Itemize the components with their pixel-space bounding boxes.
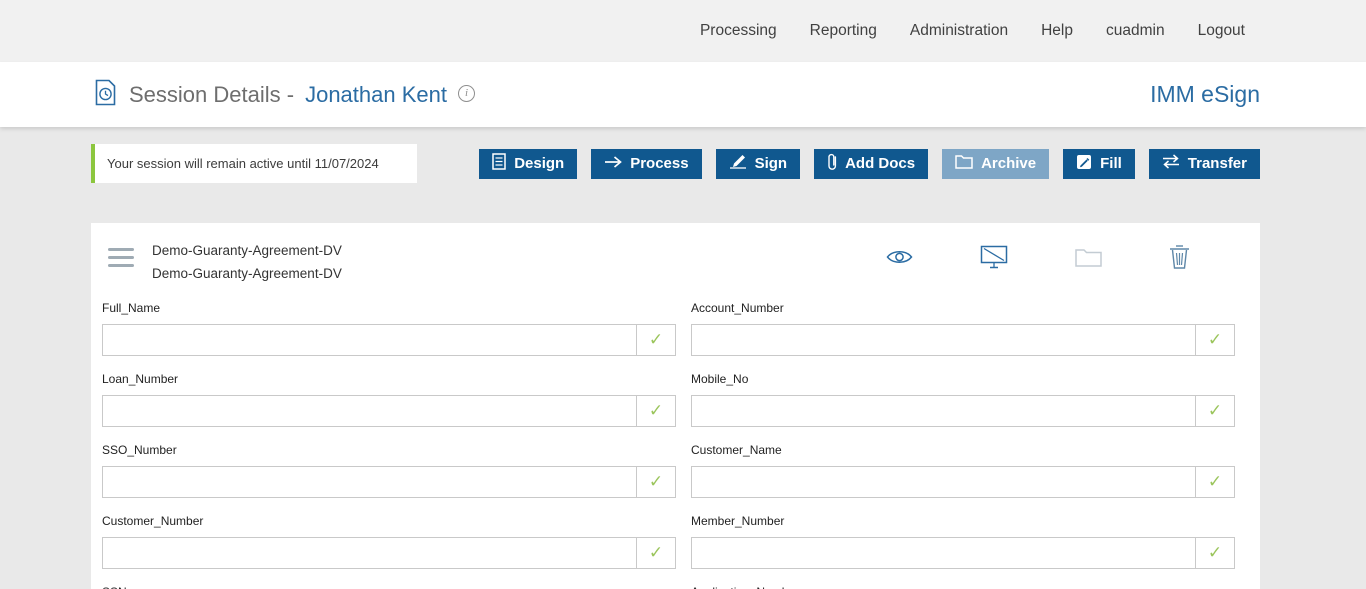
document-card: Demo-Guaranty-Agreement-DV Demo-Guaranty…: [91, 223, 1260, 589]
paperclip-icon: [827, 153, 837, 175]
preview-eye-icon[interactable]: [886, 248, 913, 266]
field-column-right: Account_Number ✓ Mobile_No ✓ Customer_Na…: [691, 293, 1235, 589]
page-title: Session Details -: [129, 82, 294, 108]
field-full-name: Full_Name ✓: [102, 301, 676, 356]
nav-logout[interactable]: Logout: [1198, 22, 1245, 40]
field-input-customer-number[interactable]: [102, 537, 637, 569]
field-input-member-number[interactable]: [691, 537, 1196, 569]
design-button-label: Design: [514, 155, 564, 172]
field-column-left: Full_Name ✓ Loan_Number ✓ SSO_Number: [102, 293, 676, 589]
fill-form-icon: [1076, 154, 1092, 174]
field-input-account-number[interactable]: [691, 324, 1196, 356]
field-valid-check-icon: ✓: [1195, 466, 1235, 498]
field-sso-number: SSO_Number ✓: [102, 443, 676, 498]
document-name-secondary: Demo-Guaranty-Agreement-DV: [152, 262, 342, 285]
add-docs-button-label: Add Docs: [845, 155, 915, 172]
design-document-icon: [492, 153, 506, 174]
process-button[interactable]: Process: [591, 149, 701, 179]
fill-button-label: Fill: [1100, 155, 1122, 172]
field-valid-check-icon: ✓: [636, 466, 676, 498]
field-label: Member_Number: [691, 514, 1235, 528]
archive-button-label: Archive: [981, 155, 1036, 172]
nav-help[interactable]: Help: [1041, 22, 1073, 40]
document-name: Demo-Guaranty-Agreement-DV: [152, 239, 342, 262]
action-toolbar: Design Process Sign Add Docs: [479, 149, 1260, 179]
field-valid-check-icon: ✓: [636, 537, 676, 569]
field-input-loan-number[interactable]: [102, 395, 637, 427]
nav-processing[interactable]: Processing: [700, 22, 777, 40]
fill-button[interactable]: Fill: [1063, 149, 1135, 179]
page-header: Session Details - Jonathan Kent i IMM eS…: [0, 62, 1366, 127]
field-customer-number: Customer_Number ✓: [102, 514, 676, 569]
field-input-sso-number[interactable]: [102, 466, 637, 498]
field-loan-number: Loan_Number ✓: [102, 372, 676, 427]
drag-handle-icon[interactable]: [108, 248, 134, 267]
field-label: Customer_Name: [691, 443, 1235, 457]
field-account-number: Account_Number ✓: [691, 301, 1235, 356]
field-label: Loan_Number: [102, 372, 676, 386]
field-valid-check-icon: ✓: [1195, 395, 1235, 427]
sign-button[interactable]: Sign: [716, 149, 801, 179]
transfer-button[interactable]: Transfer: [1149, 149, 1260, 179]
process-arrow-icon: [604, 155, 622, 172]
sign-button-label: Sign: [755, 155, 788, 172]
top-nav: Processing Reporting Administration Help…: [700, 22, 1245, 40]
field-customer-name: Customer_Name ✓: [691, 443, 1235, 498]
add-docs-button[interactable]: Add Docs: [814, 149, 928, 179]
field-label: SSN: [102, 585, 676, 589]
folder-icon[interactable]: [1075, 247, 1102, 267]
main-content: Your session will remain active until 11…: [0, 127, 1366, 589]
session-user-link[interactable]: Jonathan Kent: [305, 82, 447, 108]
field-label: Account_Number: [691, 301, 1235, 315]
trash-icon[interactable]: [1169, 244, 1190, 269]
field-valid-check-icon: ✓: [1195, 324, 1235, 356]
field-grid: Full_Name ✓ Loan_Number ✓ SSO_Number: [91, 287, 1260, 589]
nav-reporting[interactable]: Reporting: [810, 22, 877, 40]
sign-pen-icon: [729, 154, 747, 173]
field-label: Application_Number: [691, 585, 1235, 589]
transfer-button-label: Transfer: [1188, 155, 1247, 172]
archive-button[interactable]: Archive: [942, 149, 1049, 179]
field-input-full-name[interactable]: [102, 324, 637, 356]
process-button-label: Process: [630, 155, 688, 172]
field-valid-check-icon: ✓: [636, 324, 676, 356]
field-input-customer-name[interactable]: [691, 466, 1196, 498]
field-label: Mobile_No: [691, 372, 1235, 386]
transfer-arrows-icon: [1162, 154, 1180, 173]
field-ssn: SSN ✓: [102, 585, 676, 589]
brand-logo: IMM eSign: [1150, 81, 1260, 108]
session-expiry-notice: Your session will remain active until 11…: [91, 144, 417, 183]
session-expiry-text: Your session will remain active until 11…: [107, 156, 379, 171]
nav-user-cuadmin[interactable]: cuadmin: [1106, 22, 1165, 40]
field-member-number: Member_Number ✓: [691, 514, 1235, 569]
archive-folder-icon: [955, 154, 973, 173]
field-mobile-no: Mobile_No ✓: [691, 372, 1235, 427]
session-clock-icon: [93, 79, 118, 111]
field-input-mobile-no[interactable]: [691, 395, 1196, 427]
nav-administration[interactable]: Administration: [910, 22, 1008, 40]
field-valid-check-icon: ✓: [1195, 537, 1235, 569]
top-nav-bar: Processing Reporting Administration Help…: [0, 0, 1366, 62]
field-label: Full_Name: [102, 301, 676, 315]
field-label: Customer_Number: [102, 514, 676, 528]
field-label: SSO_Number: [102, 443, 676, 457]
design-button[interactable]: Design: [479, 149, 577, 179]
field-valid-check-icon: ✓: [636, 395, 676, 427]
monitor-view-icon[interactable]: [980, 245, 1008, 269]
field-application-number: Application_Number ✓: [691, 585, 1235, 589]
info-icon[interactable]: i: [458, 85, 475, 102]
